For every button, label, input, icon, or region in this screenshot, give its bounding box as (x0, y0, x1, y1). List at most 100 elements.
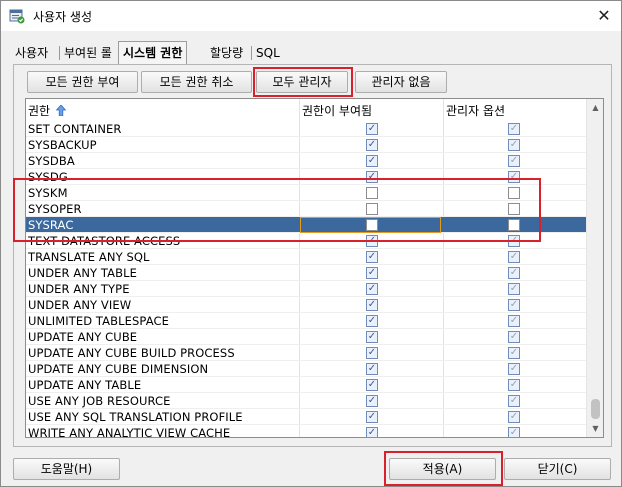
privilege-name: UPDATE ANY CUBE (28, 330, 138, 344)
table-row[interactable]: SYSDG ✓ ✓ (26, 169, 586, 185)
granted-checkbox[interactable]: ✓ (366, 363, 378, 375)
column-header-admin-option[interactable]: 관리자 옵션 (446, 102, 505, 119)
granted-checkbox[interactable]: ✓ (366, 299, 378, 311)
admin-option-checkbox[interactable]: ✓ (508, 155, 520, 167)
table-row[interactable]: UPDATE ANY CUBE DIMENSION ✓ ✓ (26, 361, 586, 377)
privilege-name: UNDER ANY TABLE (28, 266, 137, 280)
table-row[interactable]: SYSOPER (26, 201, 586, 217)
close-icon[interactable]: ✕ (593, 5, 615, 27)
admin-option-checkbox[interactable]: ✓ (508, 235, 520, 247)
granted-checkbox[interactable]: ✓ (366, 139, 378, 151)
table-row[interactable]: UPDATE ANY CUBE BUILD PROCESS ✓ ✓ (26, 345, 586, 361)
table-row[interactable]: SET CONTAINER ✓ ✓ (26, 121, 586, 137)
apply-button[interactable]: 적용(A) (389, 458, 496, 480)
privilege-name: SET CONTAINER (28, 122, 122, 136)
tab-divider (59, 46, 60, 60)
no-admin-button[interactable]: 관리자 없음 (355, 71, 447, 93)
scroll-up-icon[interactable]: ▲ (587, 99, 603, 116)
tab-sql[interactable]: SQL (256, 43, 280, 63)
granted-checkbox[interactable]: ✓ (366, 347, 378, 359)
table-row[interactable]: SYSDBA ✓ ✓ (26, 153, 586, 169)
table-row[interactable]: UNDER ANY VIEW ✓ ✓ (26, 297, 586, 313)
granted-checkbox[interactable]: ✓ (366, 427, 378, 437)
admin-option-checkbox[interactable]: ✓ (508, 299, 520, 311)
admin-option-checkbox[interactable]: ✓ (508, 379, 520, 391)
admin-option-checkbox[interactable]: ✓ (508, 331, 520, 343)
privilege-name: TEXT DATASTORE ACCESS (28, 234, 181, 248)
window-title: 사용자 생성 (33, 10, 93, 24)
close-button[interactable]: 닫기(C) (504, 458, 611, 480)
tab-divider (251, 46, 252, 60)
privilege-name: SYSKM (28, 186, 68, 200)
granted-checkbox[interactable]: ✓ (366, 395, 378, 407)
tab-granted-roles[interactable]: 부여된 롤 (64, 43, 112, 63)
table-row[interactable]: SYSBACKUP ✓ ✓ (26, 137, 586, 153)
tab-quota[interactable]: 할당량 (210, 43, 243, 63)
admin-option-checkbox[interactable] (508, 203, 520, 215)
granted-checkbox[interactable] (366, 219, 378, 231)
privilege-name: SYSRAC (28, 218, 74, 232)
privilege-name: USE ANY JOB RESOURCE (28, 394, 171, 408)
revoke-all-button[interactable]: 모든 권한 취소 (141, 71, 252, 93)
admin-option-checkbox[interactable]: ✓ (508, 267, 520, 279)
admin-option-checkbox[interactable]: ✓ (508, 347, 520, 359)
table-row[interactable]: USE ANY JOB RESOURCE ✓ ✓ (26, 393, 586, 409)
granted-checkbox[interactable]: ✓ (366, 411, 378, 423)
granted-checkbox[interactable]: ✓ (366, 283, 378, 295)
privilege-name: SYSDBA (28, 154, 75, 168)
granted-checkbox[interactable] (366, 187, 378, 199)
privilege-name: UNDER ANY VIEW (28, 298, 132, 312)
scroll-down-icon[interactable]: ▼ (587, 420, 603, 437)
privilege-name: UPDATE ANY CUBE DIMENSION (28, 362, 209, 376)
admin-option-checkbox[interactable]: ✓ (508, 315, 520, 327)
vertical-scrollbar[interactable]: ▲ ▼ (586, 99, 603, 437)
granted-checkbox[interactable]: ✓ (366, 379, 378, 391)
admin-option-checkbox[interactable] (508, 219, 520, 231)
admin-option-checkbox[interactable]: ✓ (508, 395, 520, 407)
admin-option-checkbox[interactable] (508, 187, 520, 199)
privilege-name: SYSOPER (28, 202, 82, 216)
help-button[interactable]: 도움말(H) (13, 458, 120, 480)
column-header-granted[interactable]: 권한이 부여됨 (302, 102, 372, 119)
title-bar: 사용자 생성 ✕ (1, 1, 621, 31)
create-user-dialog: 사용자 생성 ✕ 사용자 부여된 롤 시스템 권한 할당량 SQL 모든 권한 … (0, 0, 622, 487)
granted-checkbox[interactable] (366, 203, 378, 215)
admin-option-checkbox[interactable]: ✓ (508, 171, 520, 183)
table-row[interactable]: SYSKM (26, 185, 586, 201)
privilege-name: USE ANY SQL TRANSLATION PROFILE (28, 410, 243, 424)
tab-system-privileges[interactable]: 시스템 권한 (118, 41, 188, 64)
admin-option-checkbox[interactable]: ✓ (508, 427, 520, 437)
all-admin-button[interactable]: 모두 관리자 (256, 71, 348, 93)
table-row[interactable]: USE ANY SQL TRANSLATION PROFILE ✓ ✓ (26, 409, 586, 425)
column-header-privilege[interactable]: 권한 (28, 102, 67, 119)
table-row[interactable]: TEXT DATASTORE ACCESS ✓ ✓ (26, 233, 586, 249)
table-row[interactable]: UNLIMITED TABLESPACE ✓ ✓ (26, 313, 586, 329)
granted-checkbox[interactable]: ✓ (366, 315, 378, 327)
table-row[interactable]: UPDATE ANY CUBE ✓ ✓ (26, 329, 586, 345)
granted-checkbox[interactable]: ✓ (366, 123, 378, 135)
grant-all-button[interactable]: 모든 권한 부여 (27, 71, 138, 93)
table-row[interactable]: WRITE ANY ANALYTIC VIEW CACHE ✓ ✓ (26, 425, 586, 437)
scrollbar-thumb[interactable] (591, 399, 600, 419)
table-row[interactable]: SYSRAC (26, 217, 586, 233)
admin-option-checkbox[interactable]: ✓ (508, 411, 520, 423)
admin-option-checkbox[interactable]: ✓ (508, 139, 520, 151)
table-row[interactable]: UNDER ANY TABLE ✓ ✓ (26, 265, 586, 281)
admin-option-checkbox[interactable]: ✓ (508, 123, 520, 135)
table-row[interactable]: TRANSLATE ANY SQL ✓ ✓ (26, 249, 586, 265)
privilege-name: SYSBACKUP (28, 138, 97, 152)
privilege-name: UNDER ANY TYPE (28, 282, 130, 296)
granted-checkbox[interactable]: ✓ (366, 251, 378, 263)
admin-option-checkbox[interactable]: ✓ (508, 251, 520, 263)
privilege-name: TRANSLATE ANY SQL (28, 250, 150, 264)
admin-option-checkbox[interactable]: ✓ (508, 363, 520, 375)
granted-checkbox[interactable]: ✓ (366, 171, 378, 183)
granted-checkbox[interactable]: ✓ (366, 235, 378, 247)
granted-checkbox[interactable]: ✓ (366, 155, 378, 167)
tab-user[interactable]: 사용자 (15, 43, 48, 63)
table-row[interactable]: UNDER ANY TYPE ✓ ✓ (26, 281, 586, 297)
granted-checkbox[interactable]: ✓ (366, 331, 378, 343)
admin-option-checkbox[interactable]: ✓ (508, 283, 520, 295)
granted-checkbox[interactable]: ✓ (366, 267, 378, 279)
table-row[interactable]: UPDATE ANY TABLE ✓ ✓ (26, 377, 586, 393)
